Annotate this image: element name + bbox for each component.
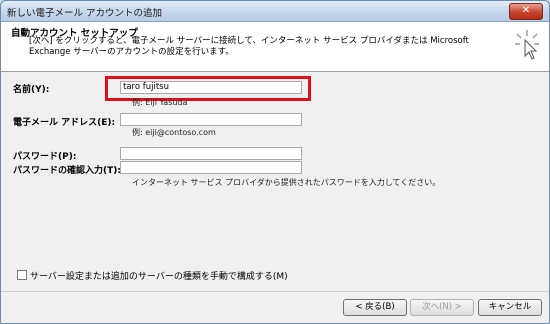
header-description: [次へ] をクリックすると、電子メール サーバーに接続して、インターネット サー… <box>29 36 469 57</box>
back-button[interactable]: < 戻る(B) <box>343 299 407 316</box>
password-confirm-label: パスワードの確認入力(T): <box>13 166 121 176</box>
password-confirm-field[interactable] <box>120 161 302 174</box>
dialog-window: 新しい電子メール アカウントの追加 ✕ 自動アカウント セットアップ [次へ] … <box>0 0 550 324</box>
cancel-button[interactable]: キャンセル <box>478 299 542 316</box>
email-hint: 例: eiji@contoso.com <box>132 128 216 137</box>
cursor-click-icon <box>515 30 539 60</box>
manual-config-checkbox[interactable] <box>17 270 27 280</box>
manual-config-label: サーバー設定または追加のサーバーの種類を手動で構成する(M) <box>30 272 288 282</box>
title-bar[interactable]: 新しい電子メール アカウントの追加 ✕ <box>1 1 549 22</box>
next-button[interactable]: 次へ(N) > <box>410 299 474 316</box>
close-icon: ✕ <box>521 5 531 16</box>
password-hint: インターネット サービス プロバイダから提供されたパスワードを入力してください。 <box>132 178 441 187</box>
window-title: 新しい電子メール アカウントの追加 <box>7 8 163 19</box>
password-field[interactable] <box>120 147 302 160</box>
password-label: パスワード(P): <box>13 152 77 162</box>
name-label: 名前(Y): <box>13 85 50 95</box>
wizard-header: 自動アカウント セットアップ [次へ] をクリックすると、電子メール サーバーに… <box>1 22 549 72</box>
email-field[interactable] <box>120 113 302 126</box>
footer-divider <box>1 291 549 292</box>
close-button[interactable]: ✕ <box>509 3 543 20</box>
name-hint: 例: Eiji Yasuda <box>132 98 188 107</box>
manual-config-option[interactable]: サーバー設定または追加のサーバーの種類を手動で構成する(M) <box>17 269 288 282</box>
email-label: 電子メール アドレス(E): <box>13 118 116 128</box>
